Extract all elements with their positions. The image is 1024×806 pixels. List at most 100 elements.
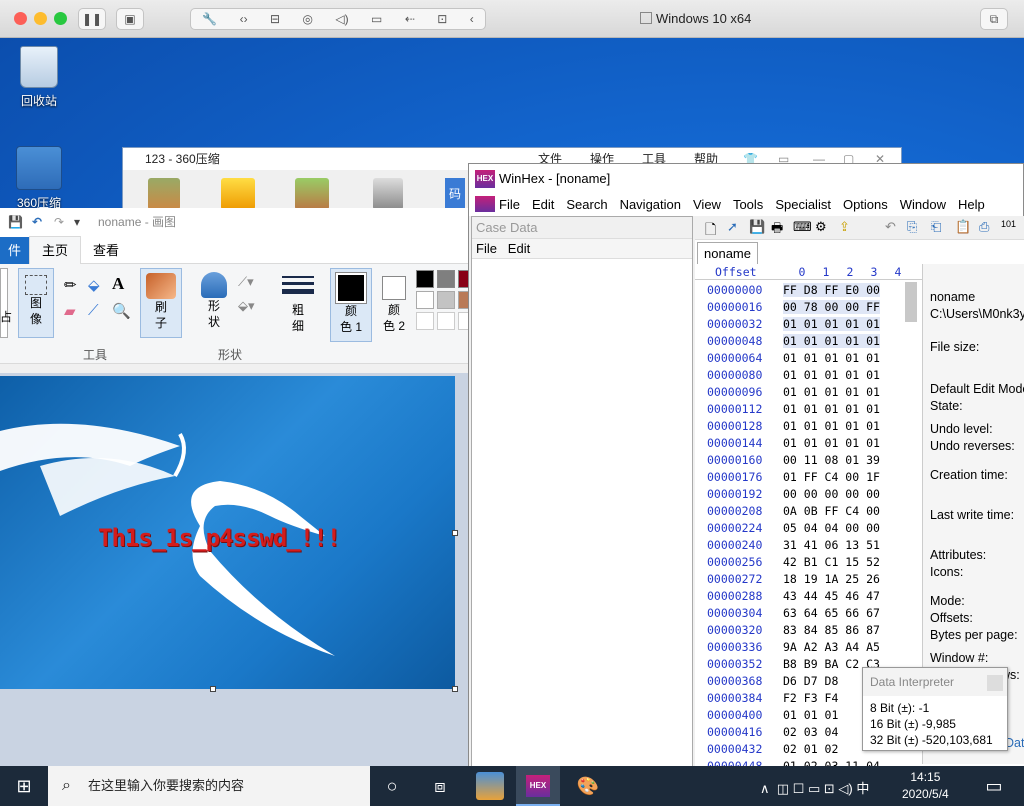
menu-options[interactable]: Options — [843, 197, 888, 212]
clock[interactable]: 14:15 2020/5/4 — [902, 769, 949, 803]
menu-edit[interactable]: Edit — [532, 197, 554, 212]
hex-row[interactable]: 00000016 00 78 00 00 FF — [695, 299, 925, 316]
tab-file[interactable]: 件 — [0, 237, 30, 265]
size-button[interactable]: 粗 细 — [278, 268, 318, 338]
color1-button[interactable]: 颜 色 1 — [330, 268, 372, 342]
color-palette[interactable] — [416, 270, 476, 336]
menu-view[interactable]: View — [693, 197, 721, 212]
hex-bytes[interactable]: 63 64 65 66 67 — [783, 606, 880, 620]
folder-icon[interactable]: ⊡ — [437, 12, 447, 26]
tray-app-icon[interactable]: ◫ — [777, 781, 789, 796]
resize-handle-bottom[interactable] — [210, 686, 216, 692]
palette-lightgray[interactable] — [437, 291, 455, 309]
cortana-icon[interactable]: ○ — [378, 772, 406, 800]
user-icon[interactable]: ◎ — [302, 12, 312, 26]
magnifier-icon[interactable]: 🔍 — [112, 302, 131, 320]
hex-row[interactable]: 00000304 63 64 65 66 67 — [695, 605, 925, 622]
options-icon[interactable]: ⚙ — [815, 219, 827, 235]
data-interpreter-panel[interactable]: Data Interpreter 8 Bit (±): -1 16 Bit (±… — [862, 667, 1008, 751]
text-icon[interactable]: A — [112, 274, 124, 294]
hex-bytes[interactable]: 01 01 01 01 01 — [783, 419, 880, 433]
pencil-icon[interactable]: ✏ — [64, 276, 77, 294]
data-interpreter-options-icon[interactable] — [987, 675, 1003, 691]
export-icon[interactable]: ⇪ — [839, 219, 850, 235]
hex-bytes[interactable]: 9A A2 A3 A4 A5 — [783, 640, 880, 654]
hex-bytes[interactable]: 00 11 08 01 39 — [783, 453, 880, 467]
case-menu-edit[interactable]: Edit — [508, 241, 530, 256]
resize-handle-corner[interactable] — [452, 686, 458, 692]
palette-empty-1[interactable] — [416, 312, 434, 330]
case-menu-file[interactable]: File — [476, 241, 497, 256]
display-icon[interactable]: ⊡ — [824, 781, 835, 796]
code-icon[interactable]: ‹› — [240, 12, 248, 26]
menu-window[interactable]: Window — [900, 197, 946, 212]
hex-bytes[interactable]: 43 44 45 46 47 — [783, 589, 880, 603]
tab-view[interactable]: 查看 — [81, 237, 131, 265]
palette-empty-2[interactable] — [437, 312, 455, 330]
palette-white[interactable] — [416, 291, 434, 309]
hex-row[interactable]: 00000176 01 FF C4 00 1F — [695, 469, 925, 486]
paint-taskbar-icon[interactable]: 🎨 — [574, 772, 602, 800]
close-light-icon[interactable] — [14, 12, 27, 25]
resize-handle-right[interactable] — [452, 530, 458, 536]
shape-fill-icon[interactable]: ⬙▾ — [238, 298, 255, 314]
hex-row[interactable]: 00000048 01 01 01 01 01 — [695, 333, 925, 350]
camera-icon[interactable]: ▭ — [371, 12, 382, 26]
zoom-light-icon[interactable] — [54, 12, 67, 25]
tab-noname[interactable]: noname — [697, 242, 758, 264]
outline-icon[interactable]: ⟋▾ — [238, 274, 254, 290]
save-icon[interactable]: 💾 — [749, 219, 765, 235]
pause-icon[interactable]: ❚❚ — [78, 8, 106, 30]
brush-button[interactable]: 刷 子 — [140, 268, 182, 338]
winhex-menu-icon[interactable] — [475, 196, 495, 212]
hex-bytes[interactable]: 01 01 01 01 01 — [783, 351, 880, 365]
speaker-icon[interactable]: ◁) — [335, 12, 348, 26]
select-partial[interactable] — [0, 268, 8, 338]
hex-row[interactable]: 00000320 83 84 85 86 87 — [695, 622, 925, 639]
taskbar-search-box[interactable]: ⌕ 在这里输入你要搜索的内容 — [48, 766, 370, 806]
paint-canvas-image[interactable]: Th1s_1s_p4sswd_!!! — [0, 376, 455, 689]
wrench-icon[interactable]: 🔧 — [202, 12, 217, 26]
notification-icon[interactable]: ▭ — [980, 772, 1008, 800]
print-icon[interactable]: 🖶 — [771, 219, 783, 241]
hex-row[interactable]: 00000208 0A 0B FF C4 00 — [695, 503, 925, 520]
hex-bytes[interactable]: D6 D7 D8 — [783, 674, 838, 688]
fullscreen-icon[interactable]: ⧉ — [980, 8, 1008, 30]
minimize-light-icon[interactable] — [34, 12, 47, 25]
hex-bytes[interactable]: 83 84 85 86 87 — [783, 623, 880, 637]
hex-bytes[interactable]: 01 01 01 01 01 — [783, 317, 880, 331]
hex-bytes[interactable]: 00 78 00 00 FF — [783, 300, 880, 314]
redo-icon[interactable]: ↷ — [54, 208, 64, 236]
hex-bytes[interactable]: FF D8 FF E0 00 — [783, 283, 880, 297]
menu-specialist[interactable]: Specialist — [775, 197, 831, 212]
menu-file[interactable]: File — [499, 197, 520, 212]
network-icon[interactable]: ▭ — [808, 781, 820, 796]
snapshot-icon[interactable]: ▣ — [116, 8, 144, 30]
hex-bytes[interactable]: 01 FF C4 00 1F — [783, 470, 880, 484]
volume-icon[interactable]: ◁) — [838, 781, 852, 796]
hex-row[interactable]: 00000160 00 11 08 01 39 — [695, 452, 925, 469]
usb-icon[interactable]: ⇠ — [405, 12, 415, 26]
hex-bytes[interactable]: 42 B1 C1 15 52 — [783, 555, 880, 569]
hex-scrollbar-thumb[interactable] — [905, 282, 917, 322]
color-picker-icon[interactable]: ⟋ — [88, 302, 99, 319]
hex-row[interactable]: 00000336 9A A2 A3 A4 A5 — [695, 639, 925, 656]
tray-icon-2[interactable]: ☐ — [793, 781, 805, 796]
hex-row[interactable]: 00000096 01 01 01 01 01 — [695, 384, 925, 401]
save-icon[interactable]: 💾 — [8, 208, 23, 236]
hex-row[interactable]: 00000128 01 01 01 01 01 — [695, 418, 925, 435]
recycle-bin-shortcut[interactable]: 回收站 — [9, 46, 69, 109]
hex-bytes[interactable]: 0A 0B FF C4 00 — [783, 504, 880, 518]
ime-indicator[interactable]: 中 — [856, 781, 869, 796]
hex-row[interactable]: 00000288 43 44 45 46 47 — [695, 588, 925, 605]
360zip-taskbar-icon[interactable] — [476, 772, 504, 800]
winhex-taskbar-button[interactable]: HEX — [516, 766, 560, 806]
menu-search[interactable]: Search — [566, 197, 607, 212]
chevron-left-icon[interactable]: ‹ — [470, 12, 474, 26]
hex-bytes[interactable]: 31 41 06 13 51 — [783, 538, 880, 552]
hex-row[interactable]: 00000224 05 04 04 00 00 — [695, 520, 925, 537]
hex-bytes[interactable]: 02 03 04 — [783, 725, 838, 739]
quick-access-dropdown-icon[interactable]: ▾ — [74, 208, 80, 236]
menu-help[interactable]: Help — [958, 197, 985, 212]
hex-bytes[interactable]: 00 00 00 00 00 — [783, 487, 880, 501]
